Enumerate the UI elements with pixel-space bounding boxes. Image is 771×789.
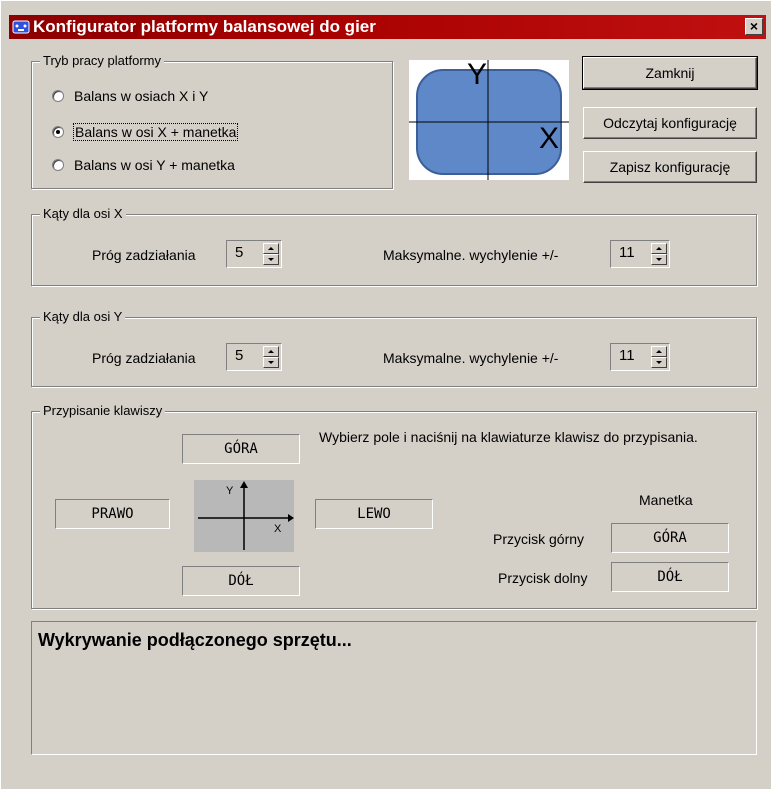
spinner-arrows	[263, 346, 279, 368]
radio-label: Balans w osiach X i Y	[74, 88, 209, 104]
max-x-label: Maksymalne. wychylenie +/-	[383, 247, 559, 263]
platform-y-label: Y	[467, 60, 487, 91]
platform-axes-icon: Y X	[409, 58, 569, 180]
close-icon: ×	[749, 18, 759, 34]
close-button[interactable]: Zamknij	[582, 56, 758, 90]
close-window-button[interactable]: ×	[745, 18, 763, 35]
max-y-spinner[interactable]: 11	[610, 343, 670, 371]
axes-diagram: Y X	[194, 480, 294, 552]
spinner-value[interactable]: 5	[235, 347, 243, 364]
joystick-lower-label: Przycisk dolny	[498, 570, 588, 586]
angles-x-group: Kąty dla osi X Próg zadziałania 5 Maksym…	[31, 206, 757, 286]
spin-down-icon[interactable]	[651, 254, 667, 265]
platform-x-label: X	[539, 122, 559, 155]
mode-group-title: Tryb pracy platformy	[40, 53, 164, 69]
radio-mode-x-joystick[interactable]: Balans w osi X + manetka	[52, 122, 239, 142]
diagram-y-label: Y	[226, 485, 234, 497]
platform-image: Y X	[409, 58, 569, 180]
key-right-field[interactable]: PRAWO	[55, 499, 170, 529]
spinner-value[interactable]: 5	[235, 244, 243, 261]
status-panel: Wykrywanie podłączonego sprzętu...	[31, 621, 757, 755]
angles-y-group: Kąty dla osi Y Próg zadziałania 5 Maksym…	[31, 309, 757, 387]
config-window: Konfigurator platformy balansowej do gie…	[0, 0, 771, 789]
keys-group-title: Przypisanie klawiszy	[40, 403, 166, 419]
spinner-value[interactable]: 11	[619, 347, 635, 364]
spin-up-icon[interactable]	[651, 346, 667, 357]
spin-up-icon[interactable]	[263, 346, 279, 357]
max-x-spinner[interactable]: 11	[610, 240, 670, 268]
status-text: Wykrywanie podłączonego sprzętu...	[38, 630, 352, 650]
mode-group: Tryb pracy platformy Balans w osiach X i…	[31, 53, 393, 189]
app-icon	[12, 20, 30, 34]
key-down-field[interactable]: DÓŁ	[182, 566, 300, 596]
spin-down-icon[interactable]	[651, 357, 667, 368]
angles-x-title: Kąty dla osi X	[40, 206, 126, 222]
joystick-upper-field[interactable]: GÓRA	[611, 523, 729, 553]
joystick-upper-label: Przycisk górny	[493, 531, 585, 547]
threshold-y-spinner[interactable]: 5	[226, 343, 282, 371]
read-config-button[interactable]: Odczytaj konfigurację	[583, 107, 757, 139]
threshold-y-label: Próg zadziałania	[92, 350, 196, 366]
radio-label: Balans w osi X + manetka	[72, 123, 239, 141]
window-title: Konfigurator platformy balansowej do gie…	[33, 17, 376, 36]
spin-up-icon[interactable]	[263, 243, 279, 254]
radio-button[interactable]	[52, 90, 64, 102]
radio-label: Balans w osi Y + manetka	[74, 157, 235, 173]
spin-down-icon[interactable]	[263, 254, 279, 265]
spinner-arrows	[651, 243, 667, 265]
keys-instruction: Wybierz pole i naciśnij na klawiaturze k…	[319, 429, 698, 445]
keys-group: Przypisanie klawiszy Wybierz pole i naci…	[31, 403, 757, 609]
threshold-x-spinner[interactable]: 5	[226, 240, 282, 268]
save-config-button[interactable]: Zapisz konfigurację	[583, 151, 757, 183]
radio-button[interactable]	[52, 159, 64, 171]
angles-y-title: Kąty dla osi Y	[40, 309, 126, 325]
key-up-field[interactable]: GÓRA	[182, 434, 300, 464]
spinner-value[interactable]: 11	[619, 244, 635, 261]
threshold-x-label: Próg zadziałania	[92, 247, 196, 263]
spin-up-icon[interactable]	[651, 243, 667, 254]
spinner-arrows	[651, 346, 667, 368]
key-left-field[interactable]: LEWO	[315, 499, 433, 529]
radio-button[interactable]	[52, 126, 64, 138]
title-bar: Konfigurator platformy balansowej do gie…	[9, 15, 766, 39]
joystick-lower-field[interactable]: DÓŁ	[611, 562, 729, 592]
joystick-title: Manetka	[639, 492, 693, 508]
axes-icon: Y X	[198, 481, 294, 550]
spinner-arrows	[263, 243, 279, 265]
radio-mode-xy[interactable]: Balans w osiach X i Y	[52, 86, 208, 106]
radio-mode-y-joystick[interactable]: Balans w osi Y + manetka	[52, 155, 235, 175]
spin-down-icon[interactable]	[263, 357, 279, 368]
max-y-label: Maksymalne. wychylenie +/-	[383, 350, 559, 366]
diagram-x-label: X	[274, 523, 282, 535]
